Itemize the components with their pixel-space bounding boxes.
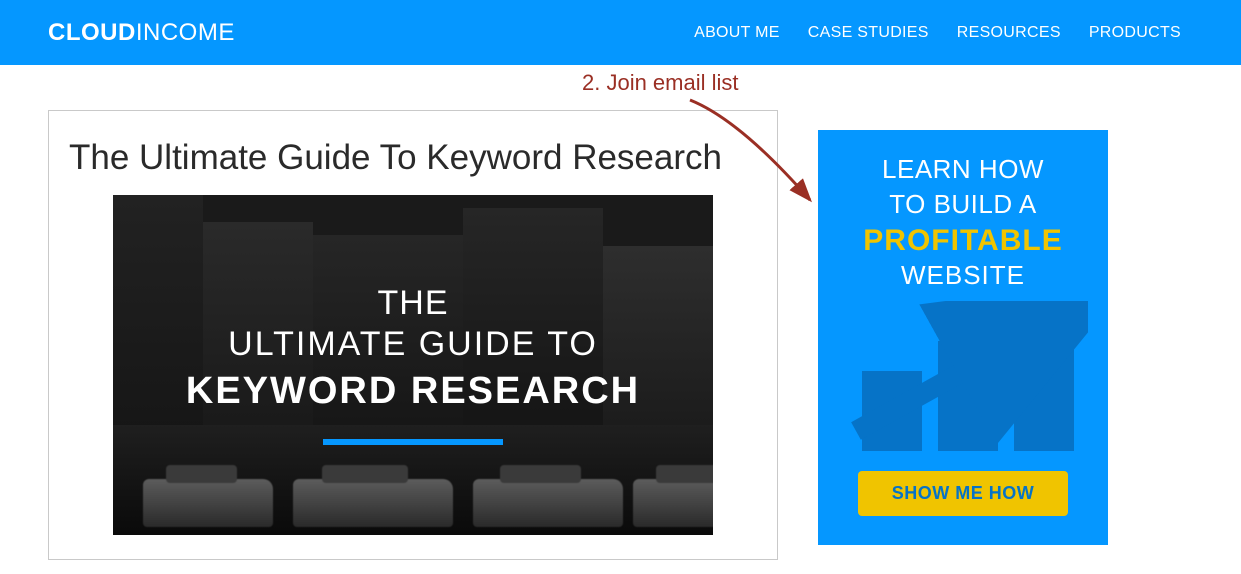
- article-hero-image: THE ULTIMATE GUIDE TO KEYWORD RESEARCH: [113, 195, 713, 535]
- promo-line2: TO BUILD A: [838, 187, 1088, 222]
- sidebar: LEARN HOW TO BUILD A PROFITABLE WEBSITE …: [818, 130, 1108, 545]
- promo-highlight: PROFITABLE: [838, 224, 1088, 258]
- site-logo[interactable]: CLOUDINCOME: [48, 19, 235, 47]
- hero-text: THE ULTIMATE GUIDE TO KEYWORD RESEARCH: [113, 195, 713, 535]
- nav-resources[interactable]: RESOURCES: [957, 24, 1061, 42]
- promo-chart-icon: [838, 301, 1088, 451]
- nav-case-studies[interactable]: CASE STUDIES: [808, 24, 929, 42]
- logo-light: INCOME: [136, 19, 235, 46]
- logo-bold: CLOUD: [48, 19, 136, 46]
- hero-line2: ULTIMATE GUIDE TO: [228, 325, 598, 364]
- site-header: CLOUDINCOME ABOUT ME CASE STUDIES RESOUR…: [0, 0, 1241, 65]
- nav-about-me[interactable]: ABOUT ME: [694, 24, 780, 42]
- annotation-label: 2. Join email list: [582, 70, 739, 96]
- promo-line3: WEBSITE: [838, 260, 1088, 291]
- nav-products[interactable]: PRODUCTS: [1089, 24, 1181, 42]
- article-title: The Ultimate Guide To Keyword Research: [69, 135, 757, 181]
- promo-line1: LEARN HOW: [838, 152, 1088, 187]
- article-card: The Ultimate Guide To Keyword Research T…: [48, 110, 778, 560]
- hero-underline: [323, 439, 503, 445]
- promo-card[interactable]: LEARN HOW TO BUILD A PROFITABLE WEBSITE …: [818, 130, 1108, 545]
- main-nav: ABOUT ME CASE STUDIES RESOURCES PRODUCTS: [694, 24, 1181, 42]
- hero-line3: KEYWORD RESEARCH: [186, 370, 640, 413]
- page-content: The Ultimate Guide To Keyword Research T…: [0, 65, 1241, 560]
- hero-line1: THE: [378, 284, 449, 323]
- promo-cta-button[interactable]: SHOW ME HOW: [858, 471, 1069, 516]
